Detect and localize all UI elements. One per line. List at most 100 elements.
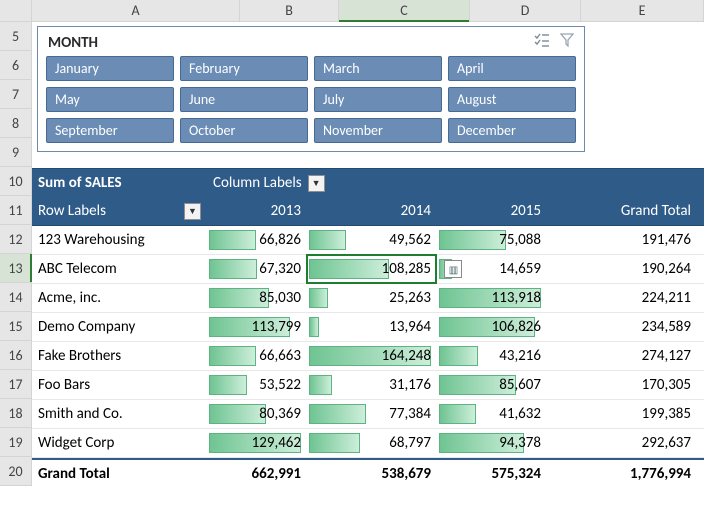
row-header-13[interactable]: 13 bbox=[0, 254, 32, 283]
data-cell[interactable]: 31,176 bbox=[307, 371, 437, 399]
grand-total-col-header: Grand Total bbox=[547, 197, 697, 225]
year-header-2015[interactable]: 2015 bbox=[437, 197, 547, 225]
row-header-17[interactable]: 17 bbox=[0, 370, 32, 399]
table-row: Foo Bars53,52231,17685,607170,305 bbox=[32, 371, 704, 400]
row-grand-total: 292,637 bbox=[547, 429, 697, 457]
column-headers: ABCDE bbox=[0, 0, 704, 22]
slicer-month[interactable]: MONTH JanuaryFebruaryMarchApril MayJuneJu… bbox=[37, 26, 585, 152]
slicer-item-december[interactable]: December bbox=[448, 118, 576, 143]
slicer-title: MONTH bbox=[48, 34, 98, 52]
grid-body[interactable]: MONTH JanuaryFebruaryMarchApril MayJuneJu… bbox=[32, 22, 704, 486]
table-row: Widget Corp129,46268,79794,378292,637 bbox=[32, 429, 704, 458]
row-label[interactable]: Widget Corp bbox=[32, 429, 207, 457]
col-header-D[interactable]: D bbox=[470, 0, 581, 21]
table-row: 123 Warehousing66,82649,56275,088191,476 bbox=[32, 226, 704, 255]
row-header-6[interactable]: 6 bbox=[0, 51, 32, 80]
data-cell[interactable]: 129,462 bbox=[207, 429, 307, 457]
slicer-item-february[interactable]: February bbox=[180, 56, 308, 81]
table-row: Fake Brothers66,663164,24843,216274,127 bbox=[32, 342, 704, 371]
row-grand-total: 190,264 bbox=[547, 255, 697, 283]
row-header-7[interactable]: 7 bbox=[0, 80, 32, 109]
col-header-B[interactable]: B bbox=[240, 0, 339, 21]
slicer-items: JanuaryFebruaryMarchApril MayJuneJulyAugu… bbox=[46, 56, 576, 143]
col-header-E[interactable]: E bbox=[581, 0, 704, 21]
slicer-item-september[interactable]: September bbox=[46, 118, 174, 143]
row-label[interactable]: Acme, inc. bbox=[32, 284, 207, 312]
row-labels-dropdown[interactable]: ▼ bbox=[184, 203, 201, 220]
column-labels-text: Column Labels bbox=[213, 174, 302, 192]
data-cell[interactable]: 66,663 bbox=[207, 342, 307, 370]
row-header-20[interactable]: 20 bbox=[0, 457, 32, 486]
row-header-15[interactable]: 15 bbox=[0, 312, 32, 341]
multi-select-icon[interactable] bbox=[534, 33, 550, 52]
row-header-14[interactable]: 14 bbox=[0, 283, 32, 312]
row-header-5[interactable]: 5 bbox=[0, 22, 32, 51]
data-cell[interactable]: 106,826 bbox=[437, 313, 547, 341]
slicer-item-may[interactable]: May bbox=[46, 87, 174, 112]
row-label[interactable]: Demo Company bbox=[32, 313, 207, 341]
grand-total-2014: 538,679 bbox=[307, 460, 437, 487]
col-header-C[interactable]: C bbox=[339, 0, 470, 21]
year-header-2014[interactable]: 2014 bbox=[307, 197, 437, 225]
col-header-A[interactable]: A bbox=[32, 0, 240, 21]
data-cell[interactable]: 25,263 bbox=[307, 284, 437, 312]
column-labels-dropdown[interactable]: ▼ bbox=[308, 175, 325, 192]
row-header-10[interactable]: 10 bbox=[0, 167, 32, 196]
data-cell[interactable]: 85,030 bbox=[207, 284, 307, 312]
measure-label: Sum of SALES bbox=[32, 169, 207, 197]
grand-total-all: 1,776,994 bbox=[547, 460, 697, 487]
worksheet: ABCDE 567891011121314151617181920 MONTH bbox=[0, 0, 704, 486]
year-header-2013[interactable]: 2013 bbox=[207, 197, 307, 225]
row-labels-text: Row Labels bbox=[38, 202, 106, 220]
select-all-corner[interactable] bbox=[0, 0, 32, 21]
data-cell[interactable]: 67,320 bbox=[207, 255, 307, 283]
data-cell[interactable]: 68,797 bbox=[307, 429, 437, 457]
column-labels-header: Column Labels ▼ bbox=[207, 169, 437, 197]
slicer-item-october[interactable]: October bbox=[180, 118, 308, 143]
row-header-9[interactable]: 9 bbox=[0, 138, 32, 167]
data-cell[interactable]: 94,378 bbox=[437, 429, 547, 457]
data-cell[interactable]: 164,248 bbox=[307, 342, 437, 370]
table-row: Smith and Co.80,36977,38441,632199,385 bbox=[32, 400, 704, 429]
data-cell[interactable]: 85,607 bbox=[437, 371, 547, 399]
row-label[interactable]: 123 Warehousing bbox=[32, 226, 207, 254]
row-label[interactable]: Fake Brothers bbox=[32, 342, 207, 370]
data-cell[interactable]: 75,088 bbox=[437, 226, 547, 254]
data-cell[interactable]: 108,285 bbox=[307, 255, 437, 283]
slicer-item-august[interactable]: August bbox=[448, 87, 576, 112]
data-cell[interactable]: 53,522 bbox=[207, 371, 307, 399]
data-cell[interactable]: 43,216 bbox=[437, 342, 547, 370]
row-label[interactable]: Foo Bars bbox=[32, 371, 207, 399]
data-cell[interactable]: 66,826 bbox=[207, 226, 307, 254]
slicer-item-november[interactable]: November bbox=[314, 118, 442, 143]
slicer-item-january[interactable]: January bbox=[46, 56, 174, 81]
grand-total-label: Grand Total bbox=[32, 460, 207, 487]
data-cell[interactable]: 13,964 bbox=[307, 313, 437, 341]
quick-analysis-icon[interactable]: ▥ bbox=[444, 260, 462, 278]
row-header-19[interactable]: 19 bbox=[0, 428, 32, 457]
slicer-item-march[interactable]: March bbox=[314, 56, 442, 81]
table-row: Demo Company113,79913,964106,826234,589 bbox=[32, 313, 704, 342]
row-header-18[interactable]: 18 bbox=[0, 399, 32, 428]
row-grand-total: 274,127 bbox=[547, 342, 697, 370]
row-header-8[interactable]: 8 bbox=[0, 109, 32, 138]
data-cell[interactable]: 80,369 bbox=[207, 400, 307, 428]
grand-total-2015: 575,324 bbox=[437, 460, 547, 487]
row-label[interactable]: ABC Telecom bbox=[32, 255, 207, 283]
row-label[interactable]: Smith and Co. bbox=[32, 400, 207, 428]
slicer-item-june[interactable]: June bbox=[180, 87, 308, 112]
slicer-item-july[interactable]: July bbox=[314, 87, 442, 112]
slicer-item-april[interactable]: April bbox=[448, 56, 576, 81]
data-cell[interactable]: 49,562 bbox=[307, 226, 437, 254]
row-header-12[interactable]: 12 bbox=[0, 225, 32, 254]
pivot-table: Sum of SALES Column Labels ▼ Row Labels … bbox=[32, 168, 704, 487]
data-cell[interactable]: 113,799 bbox=[207, 313, 307, 341]
table-row: Acme, inc.85,03025,263113,918224,211 bbox=[32, 284, 704, 313]
data-cell[interactable]: 41,632 bbox=[437, 400, 547, 428]
data-cell[interactable]: 77,384 bbox=[307, 400, 437, 428]
grand-total-row: Grand Total 662,991 538,679 575,324 1,77… bbox=[32, 458, 704, 487]
clear-filter-icon[interactable] bbox=[560, 33, 574, 52]
row-header-11[interactable]: 11 bbox=[0, 196, 32, 225]
row-header-16[interactable]: 16 bbox=[0, 341, 32, 370]
data-cell[interactable]: 113,918 bbox=[437, 284, 547, 312]
